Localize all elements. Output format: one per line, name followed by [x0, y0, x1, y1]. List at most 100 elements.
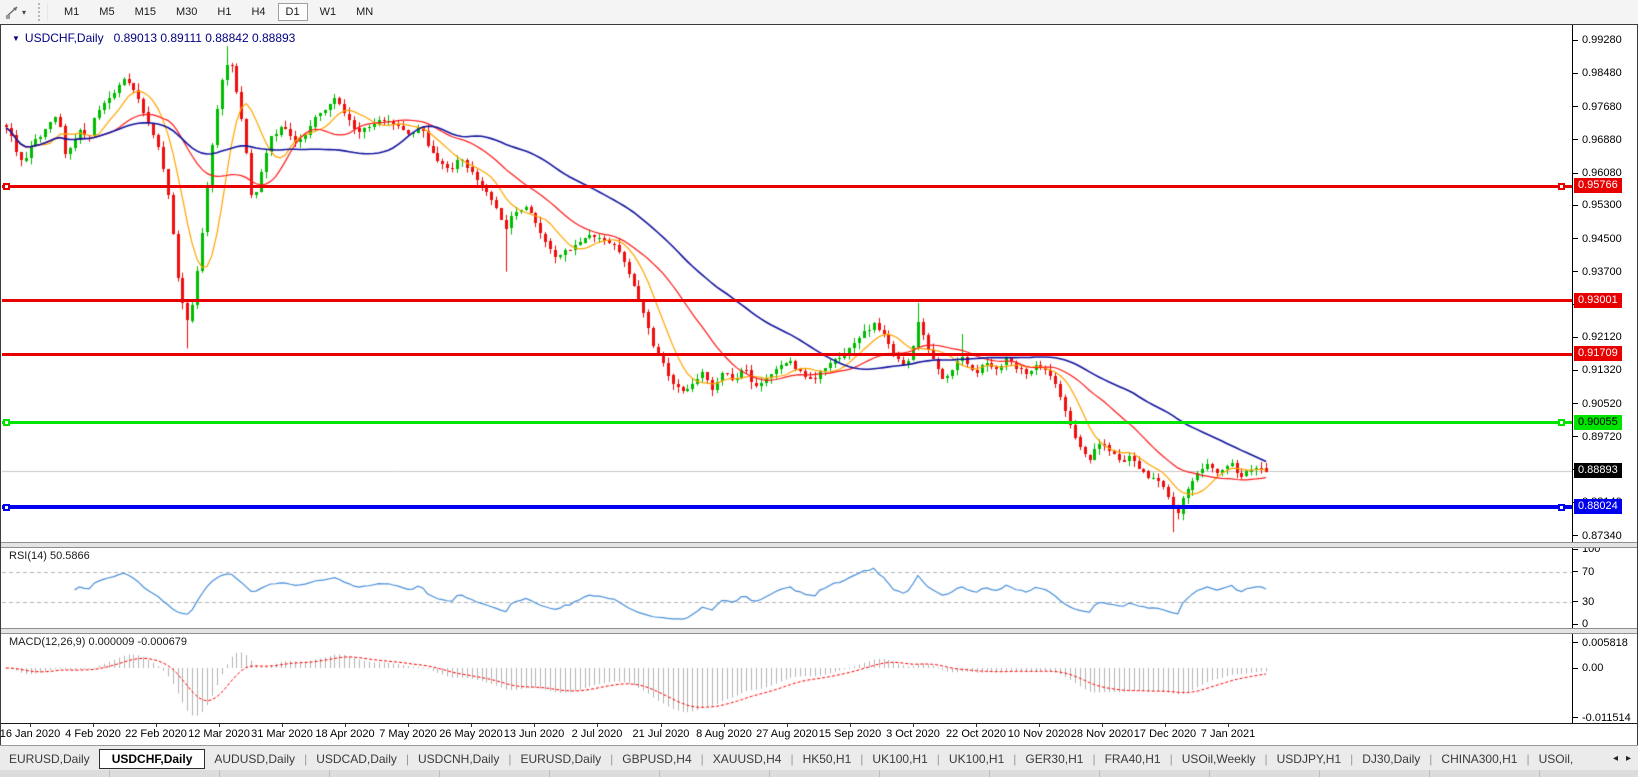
tab-dj30-daily[interactable]: DJ30,Daily	[1353, 749, 1429, 769]
tick-dash	[1573, 173, 1578, 174]
timeframe-button-d1[interactable]: D1	[278, 3, 308, 21]
tab-usdchf-daily[interactable]: USDCHF,Daily	[99, 749, 206, 769]
horizontal-line-0.91709[interactable]	[2, 353, 1572, 356]
timeframe-button-h4[interactable]: H4	[243, 3, 273, 21]
tab-audusd-daily[interactable]: AUDUSD,Daily	[205, 749, 304, 769]
tick-dash	[1573, 73, 1578, 74]
price-tick: 0.91320	[1573, 363, 1622, 377]
date-tick	[913, 724, 914, 727]
price-tick-label: 0.94500	[1582, 233, 1622, 245]
rsi-axis-label: 30	[1582, 596, 1594, 608]
price-tick-label: 0.96880	[1582, 134, 1622, 146]
hline-price-badge: 0.91709	[1574, 346, 1622, 361]
line-handle[interactable]	[1558, 183, 1565, 190]
collapse-triangle-icon[interactable]: ▼	[12, 34, 20, 43]
tab-eurusd-daily[interactable]: EURUSD,Daily	[0, 749, 99, 769]
line-handle[interactable]	[3, 504, 10, 511]
price-tick-label: 0.92120	[1582, 331, 1622, 343]
pane-splitter[interactable]	[1, 628, 1637, 634]
date-axis[interactable]: 16 Jan 20204 Feb 202022 Feb 202012 Mar 2…	[1, 723, 1637, 745]
horizontal-line-0.93001[interactable]	[2, 299, 1572, 302]
tab-usdjpy-h1[interactable]: USDJPY,H1	[1268, 749, 1350, 769]
macd-canvas[interactable]	[2, 633, 1572, 723]
horizontal-line-0.95766[interactable]	[2, 185, 1572, 188]
macd-label: MACD(12,26,9) 0.000009 -0.000679	[9, 636, 187, 648]
timeframe-button-m1[interactable]: M1	[56, 3, 87, 21]
line-handle[interactable]	[1558, 419, 1565, 426]
chart-symbol: USDCHF,Daily	[25, 31, 104, 45]
price-tick: 0.87340	[1573, 529, 1622, 543]
tab-hk50-h1[interactable]: HK50,H1	[794, 749, 861, 769]
tick-dash	[1573, 571, 1578, 572]
date-tick	[976, 724, 977, 727]
main-chart-pane: ▼USDCHF,Daily0.89013 0.89111 0.88842 0.8…	[2, 27, 1572, 543]
hline-price-badge: 0.93001	[1574, 293, 1622, 308]
tab-usdcnh-daily[interactable]: USDCNH,Daily	[409, 749, 508, 769]
date-tick	[408, 724, 409, 727]
date-tick	[219, 724, 220, 727]
timeframe-button-mn[interactable]: MN	[348, 3, 381, 21]
date-tick	[787, 724, 788, 727]
tool-dropdown-caret[interactable]: ▾	[22, 8, 34, 17]
date-tick	[156, 724, 157, 727]
tab-scroll-right-icon[interactable]: ▸	[1626, 753, 1631, 764]
tick-dash	[1573, 642, 1578, 643]
top-toolbar: ▾ M1M5 M15M30H1H4 D1W1MN	[0, 0, 1638, 25]
date-tick	[345, 724, 346, 727]
rsi-canvas[interactable]	[2, 547, 1572, 629]
tick-dash	[1573, 601, 1578, 602]
timeframe-button-m30[interactable]: M30	[168, 3, 205, 21]
horizontal-line-0.90055[interactable]	[2, 421, 1572, 424]
candlestick-canvas[interactable]	[2, 27, 1572, 543]
tab-usoil-weekly[interactable]: USOil,Weekly	[1173, 749, 1265, 769]
date-tick	[1039, 724, 1040, 727]
tab-uk100-h1[interactable]: UK100,H1	[940, 749, 1013, 769]
line-handle[interactable]	[1558, 504, 1565, 511]
rsi-axis-tick: 30	[1573, 595, 1594, 609]
price-tick: 0.99280	[1573, 33, 1622, 47]
tab-eurusd-daily[interactable]: EURUSD,Daily	[511, 749, 610, 769]
hline-price-badge: 0.88024	[1574, 499, 1622, 514]
tab-ger30-h1[interactable]: GER30,H1	[1016, 749, 1092, 769]
timeframe-button-m5[interactable]: M5	[91, 3, 122, 21]
tab-usoil[interactable]: USOil,	[1530, 749, 1583, 769]
horizontal-line-0.88024[interactable]	[2, 505, 1572, 509]
tab-usdcad-daily[interactable]: USDCAD,Daily	[307, 749, 406, 769]
price-tick: 0.90520	[1573, 397, 1622, 411]
timeframe-button-w1[interactable]: W1	[312, 3, 345, 21]
timeframe-button-m15[interactable]: M15	[127, 3, 164, 21]
date-tick	[1102, 724, 1103, 727]
date-tick	[282, 724, 283, 727]
rsi-axis-tick: 70	[1573, 565, 1594, 579]
tick-dash	[1573, 668, 1578, 669]
date-tick	[471, 724, 472, 727]
tab-uk100-h1[interactable]: UK100,H1	[863, 749, 936, 769]
tab-scroll-left-icon[interactable]: ◂	[1613, 753, 1618, 764]
tick-dash	[1573, 624, 1578, 625]
price-tick: 0.94500	[1573, 232, 1622, 246]
tick-dash	[1573, 271, 1578, 272]
chart-tabs: EURUSD,DailyUSDCHF,DailyAUDUSD,Daily|USD…	[0, 749, 1582, 769]
price-tick: 0.92120	[1573, 330, 1622, 344]
trendline-cursor-icon[interactable]	[2, 3, 22, 21]
line-handle[interactable]	[3, 183, 10, 190]
tab-gbpusd-h4[interactable]: GBPUSD,H4	[613, 749, 700, 769]
timeframe-button-h1[interactable]: H1	[209, 3, 239, 21]
pane-splitter[interactable]	[1, 542, 1637, 548]
date-tick	[534, 724, 535, 727]
tab-xauusd-h4[interactable]: XAUUSD,H4	[704, 749, 791, 769]
tab-fra40-h1[interactable]: FRA40,H1	[1096, 749, 1170, 769]
price-tick-label: 0.98480	[1582, 67, 1622, 79]
price-tick-label: 0.93700	[1582, 266, 1622, 278]
macd-axis-label: 0.00	[1582, 662, 1603, 674]
price-axis[interactable]: 0.992800.984800.976800.968800.960800.953…	[1572, 25, 1637, 723]
date-tick	[661, 724, 662, 727]
chart-tabs-bar: EURUSD,DailyUSDCHF,DailyAUDUSD,Daily|USD…	[0, 745, 1638, 771]
line-handle[interactable]	[3, 419, 10, 426]
tab-china300-h1[interactable]: CHINA300,H1	[1432, 749, 1526, 769]
tick-dash	[1573, 535, 1578, 536]
tick-dash	[1573, 106, 1578, 107]
macd-pane: MACD(12,26,9) 0.000009 -0.000679	[2, 633, 1572, 723]
price-tick-label: 0.95300	[1582, 199, 1622, 211]
price-tick: 0.98480	[1573, 66, 1622, 80]
